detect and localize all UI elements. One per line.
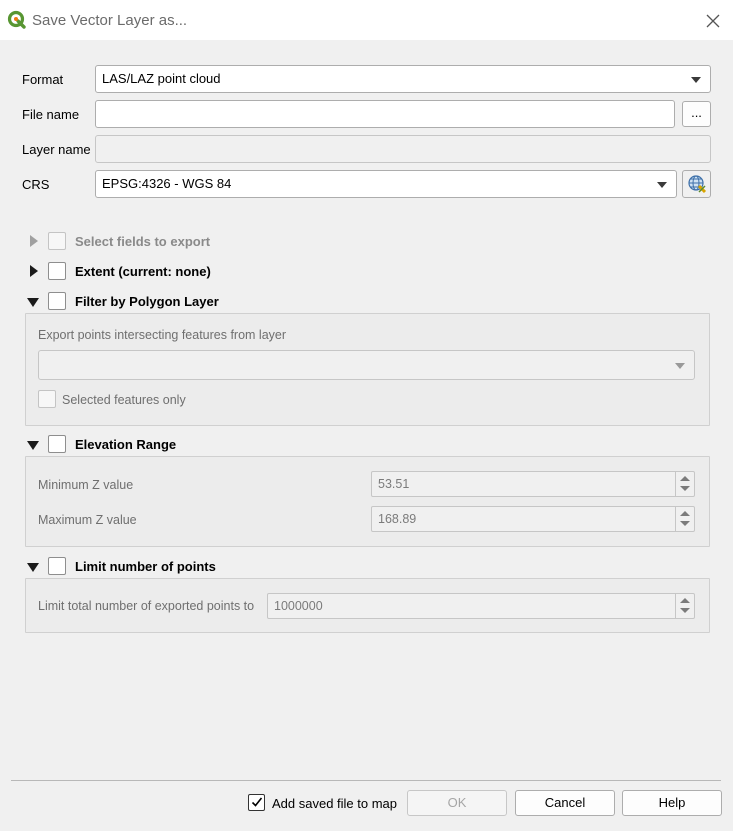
spin-up-icon (680, 598, 690, 603)
min-z-label: Minimum Z value (38, 478, 134, 492)
section-limit-points: Limit number of points (75, 559, 216, 574)
spin-arrows[interactable] (675, 594, 694, 618)
limit-points-value: 1000000 (274, 599, 323, 613)
title-bar: Save Vector Layer as... (0, 0, 733, 40)
spin-down-icon (680, 521, 690, 526)
layername-label: Layer name (22, 142, 91, 157)
extent-checkbox[interactable] (48, 262, 66, 280)
limit-points-checkbox[interactable] (48, 557, 66, 575)
filter-layer-label: Export points intersecting features from… (38, 328, 287, 342)
browse-button[interactable]: ... (682, 101, 711, 127)
limit-points-spinbox[interactable]: 1000000 (267, 593, 695, 619)
min-z-spinbox[interactable]: 53.51 (371, 471, 695, 497)
max-z-value: 168.89 (378, 512, 417, 526)
expand-arrow-icon[interactable] (30, 235, 38, 247)
chevron-down-icon (675, 363, 685, 369)
spin-arrows[interactable] (675, 507, 694, 531)
spin-down-icon (680, 486, 690, 491)
chevron-down-icon (691, 77, 701, 83)
limit-points-group: Limit total number of exported points to… (25, 578, 710, 633)
add-to-map-label: Add saved file to map (272, 796, 398, 811)
limit-points-label: Limit total number of exported points to (38, 599, 255, 613)
footer-separator (11, 780, 721, 781)
chevron-down-icon (657, 182, 667, 188)
crs-select[interactable]: EPSG:4326 - WGS 84 (95, 170, 677, 198)
max-z-label: Maximum Z value (38, 513, 137, 527)
filename-label: File name (22, 107, 80, 122)
format-value: LAS/LAZ point cloud (102, 71, 221, 86)
filter-polygon-checkbox[interactable] (48, 292, 66, 310)
collapse-arrow-icon[interactable] (27, 563, 39, 572)
expand-arrow-icon[interactable] (30, 265, 38, 277)
window-title: Save Vector Layer as... (32, 12, 188, 29)
crs-label: CRS (22, 177, 50, 192)
format-select[interactable]: LAS/LAZ point cloud (95, 65, 711, 93)
layername-input[interactable] (95, 135, 711, 163)
spin-up-icon (680, 511, 690, 516)
format-label: Format (22, 72, 64, 87)
section-elevation: Elevation Range (75, 437, 177, 452)
section-extent: Extent (current: none) (75, 264, 211, 279)
elevation-checkbox[interactable] (48, 435, 66, 453)
spin-arrows[interactable] (675, 472, 694, 496)
filename-input[interactable] (95, 100, 675, 128)
qgis-logo-icon (7, 10, 26, 29)
filter-layer-select[interactable] (38, 350, 695, 380)
crs-selector-button[interactable] (682, 170, 711, 198)
selected-features-label: Selected features only (62, 393, 186, 407)
section-filter-polygon: Filter by Polygon Layer (75, 294, 219, 309)
filter-polygon-group: Export points intersecting features from… (25, 313, 710, 426)
ok-button[interactable]: OK (407, 790, 507, 816)
section-select-fields: Select fields to export (75, 234, 211, 249)
select-fields-checkbox[interactable] (48, 232, 66, 250)
help-button[interactable]: Help (622, 790, 722, 816)
add-to-map-checkbox[interactable] (248, 794, 265, 811)
spin-down-icon (680, 608, 690, 613)
collapse-arrow-icon[interactable] (27, 441, 39, 450)
crs-value: EPSG:4326 - WGS 84 (102, 176, 232, 191)
spin-up-icon (680, 476, 690, 481)
cancel-button[interactable]: Cancel (515, 790, 615, 816)
max-z-spinbox[interactable]: 168.89 (371, 506, 695, 532)
min-z-value: 53.51 (378, 477, 410, 491)
close-icon[interactable] (701, 9, 725, 33)
selected-features-checkbox[interactable] (38, 390, 56, 408)
globe-crs-icon (688, 175, 707, 194)
collapse-arrow-icon[interactable] (27, 298, 39, 307)
elevation-group: Minimum Z value 53.51 Maximum Z value 16… (25, 456, 710, 547)
checkmark-icon (251, 797, 263, 807)
